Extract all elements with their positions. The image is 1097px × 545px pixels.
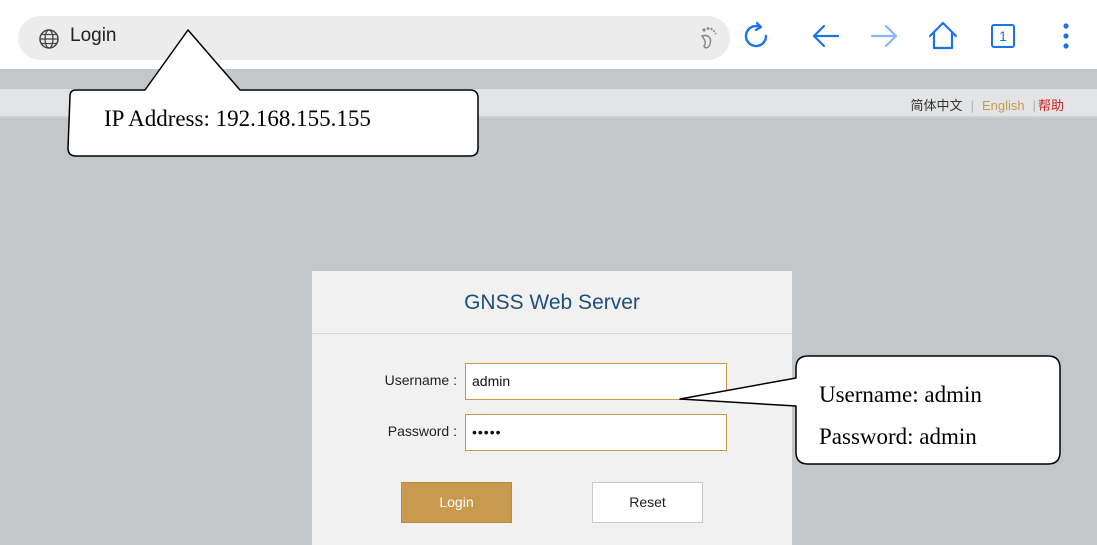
- reload-button[interactable]: [738, 18, 774, 54]
- password-label: Password :: [387, 423, 457, 439]
- username-callout-text: Username: admin: [819, 382, 982, 407]
- back-arrow-icon: [812, 24, 840, 48]
- password-callout-text: Password: admin: [819, 424, 977, 449]
- browser-toolbar: Login 1: [0, 0, 1097, 69]
- home-icon: [928, 21, 958, 50]
- globe-icon: [39, 29, 59, 49]
- footprint-icon[interactable]: [694, 24, 720, 52]
- username-input[interactable]: admin: [465, 363, 727, 400]
- tabs-button[interactable]: 1: [985, 18, 1021, 54]
- separator: |: [1032, 98, 1036, 113]
- more-vert-icon: [1063, 23, 1069, 49]
- lang-chinese-link[interactable]: 简体中文: [911, 98, 963, 113]
- language-links: 简体中文 | English | 帮助: [911, 95, 1064, 114]
- password-input[interactable]: •••••: [465, 414, 727, 451]
- lang-english-link[interactable]: English: [982, 98, 1025, 113]
- ip-callout-text: IP Address: 192.168.155.155: [104, 106, 371, 131]
- forward-arrow-icon: [870, 24, 898, 48]
- help-link[interactable]: 帮助: [1038, 98, 1064, 113]
- forward-button[interactable]: [866, 18, 902, 54]
- tab-count: 1: [999, 28, 1007, 44]
- login-title: GNSS Web Server: [312, 271, 792, 334]
- separator: |: [970, 98, 974, 113]
- address-bar[interactable]: Login: [18, 16, 730, 60]
- reload-icon: [744, 21, 768, 48]
- back-button[interactable]: [808, 18, 844, 54]
- more-menu-button[interactable]: [1048, 18, 1084, 54]
- username-label: Username :: [384, 372, 457, 388]
- reset-button[interactable]: Reset: [592, 482, 703, 523]
- login-button[interactable]: Login: [401, 482, 512, 523]
- tabs-icon: 1: [991, 24, 1015, 48]
- home-button[interactable]: [925, 18, 961, 54]
- address-bar-title: Login: [70, 25, 117, 46]
- login-panel: GNSS Web Server Username : admin Passwor…: [312, 271, 792, 545]
